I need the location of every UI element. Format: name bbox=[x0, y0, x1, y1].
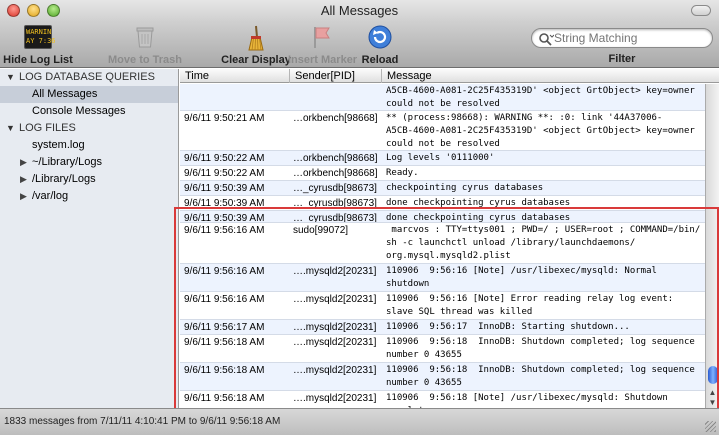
title-bar[interactable]: All Messages bbox=[0, 0, 719, 22]
column-header-time[interactable]: Time bbox=[180, 69, 290, 83]
table-row[interactable]: 9/6/11 9:50:22 AM …orkbench[98668] Log l… bbox=[180, 151, 705, 166]
move-to-trash-label: Move to Trash bbox=[108, 54, 182, 66]
sidebar-item-var-log[interactable]: ▶/var/log bbox=[0, 188, 178, 205]
insert-marker-button[interactable]: Insert Marker bbox=[288, 22, 358, 68]
disclosure-triangle-icon[interactable]: ▼ bbox=[6, 69, 15, 86]
sidebar-item-system-log[interactable]: system.log bbox=[0, 137, 178, 154]
scroll-down-arrow-icon[interactable]: ▼ bbox=[706, 398, 719, 408]
hide-log-list-button[interactable]: WARNIN AY 7:36 Hide Log List bbox=[3, 22, 73, 68]
scroll-up-arrow-icon[interactable]: ▲ bbox=[706, 388, 719, 398]
sidebar-item-user-library-logs[interactable]: ▶ ~/Library/Logs bbox=[0, 154, 178, 171]
clear-display-button[interactable]: Clear Display bbox=[213, 22, 299, 68]
log-table: Time Sender[PID] Message A5CB-4600-A081-… bbox=[180, 69, 719, 408]
vertical-scrollbar[interactable]: ▲ ▼ bbox=[705, 84, 719, 408]
log-rows: A5CB-4600-A081-2C25F435319D' <object Grt… bbox=[180, 84, 705, 408]
sidebar-item-all-messages[interactable]: All Messages bbox=[0, 86, 178, 103]
table-row[interactable]: 9/6/11 9:50:39 AM …_cyrusdb[98673] done … bbox=[180, 196, 705, 211]
status-text: 1833 messages from 7/11/11 4:10:41 PM to… bbox=[4, 416, 281, 427]
reload-icon bbox=[368, 25, 392, 52]
table-row[interactable]: 9/6/11 9:50:39 AM …_cyrusdb[98673] done … bbox=[180, 211, 705, 223]
table-row[interactable]: 9/6/11 9:56:16 AM ….mysqld2[20231] 11090… bbox=[180, 292, 705, 320]
broom-icon bbox=[243, 25, 269, 54]
table-row[interactable]: 9/6/11 9:50:22 AM …orkbench[98668] Ready… bbox=[180, 166, 705, 181]
column-header-sender[interactable]: Sender[PID] bbox=[290, 69, 382, 83]
table-row[interactable]: 9/6/11 9:56:18 AM ….mysqld2[20231] 11090… bbox=[180, 363, 705, 391]
search-field[interactable] bbox=[531, 28, 713, 48]
reload-button[interactable]: Reload bbox=[360, 22, 400, 68]
column-header-message[interactable]: Message bbox=[382, 69, 707, 83]
disclosure-triangle-icon[interactable]: ▶ bbox=[20, 154, 27, 171]
close-button[interactable] bbox=[7, 4, 20, 17]
sidebar-item-library-logs[interactable]: ▶/Library/Logs bbox=[0, 171, 178, 188]
disclosure-triangle-icon[interactable]: ▶ bbox=[20, 188, 27, 205]
table-row[interactable]: 9/6/11 9:56:18 AM ….mysqld2[20231] 11090… bbox=[180, 335, 705, 363]
sidebar-header-log-files[interactable]: ▼ LOG FILES bbox=[0, 120, 178, 137]
search-input[interactable] bbox=[554, 30, 704, 46]
log-list-sidebar: ▼ LOG DATABASE QUERIES All Messages Conso… bbox=[0, 69, 179, 408]
window-title: All Messages bbox=[320, 3, 399, 18]
table-header: Time Sender[PID] Message bbox=[180, 69, 719, 83]
toolbar-toggle-button[interactable] bbox=[691, 5, 711, 16]
table-row[interactable]: 9/6/11 9:56:17 AM ….mysqld2[20231] 11090… bbox=[180, 320, 705, 335]
status-bar: 1833 messages from 7/11/11 4:10:41 PM to… bbox=[0, 408, 719, 435]
sidebar-item-console-messages[interactable]: Console Messages bbox=[0, 103, 178, 120]
table-row[interactable]: 9/6/11 9:56:18 AM ….mysqld2[20231] 11090… bbox=[180, 391, 705, 408]
console-window: All Messages WARNIN AY 7:36 Hide Log Lis… bbox=[0, 0, 719, 435]
trash-icon bbox=[133, 25, 157, 52]
reload-label: Reload bbox=[361, 54, 399, 66]
resize-grip-icon[interactable] bbox=[705, 421, 716, 432]
disclosure-triangle-icon[interactable]: ▼ bbox=[6, 120, 15, 137]
table-row[interactable]: 9/6/11 9:50:21 AM …orkbench[98668] ** (p… bbox=[180, 111, 705, 151]
table-row[interactable]: 9/6/11 9:56:16 AM sudo[99072] marcvos : … bbox=[180, 223, 705, 264]
scrollbar-thumb[interactable] bbox=[708, 366, 718, 384]
clear-display-label: Clear Display bbox=[221, 54, 291, 66]
table-row[interactable]: 9/6/11 9:50:39 AM …_cyrusdb[98673] check… bbox=[180, 181, 705, 196]
search-icon bbox=[539, 33, 554, 46]
table-row[interactable]: A5CB-4600-A081-2C25F435319D' <object Grt… bbox=[180, 84, 705, 111]
minimize-button[interactable] bbox=[27, 4, 40, 17]
insert-marker-label: Insert Marker bbox=[288, 54, 358, 66]
move-to-trash-button[interactable]: Move to Trash bbox=[104, 22, 186, 68]
toolbar: WARNIN AY 7:36 Hide Log List Move to Tra… bbox=[0, 22, 719, 68]
disclosure-triangle-icon[interactable]: ▶ bbox=[20, 171, 27, 188]
console-icon: WARNIN AY 7:36 bbox=[24, 25, 56, 49]
flag-icon bbox=[311, 25, 333, 52]
sidebar-header-log-database-queries[interactable]: ▼ LOG DATABASE QUERIES bbox=[0, 69, 178, 86]
filter-label: Filter bbox=[608, 53, 636, 65]
hide-log-list-label: Hide Log List bbox=[3, 54, 73, 66]
table-row[interactable]: 9/6/11 9:56:16 AM ….mysqld2[20231] 11090… bbox=[180, 264, 705, 292]
zoom-button[interactable] bbox=[47, 4, 60, 17]
